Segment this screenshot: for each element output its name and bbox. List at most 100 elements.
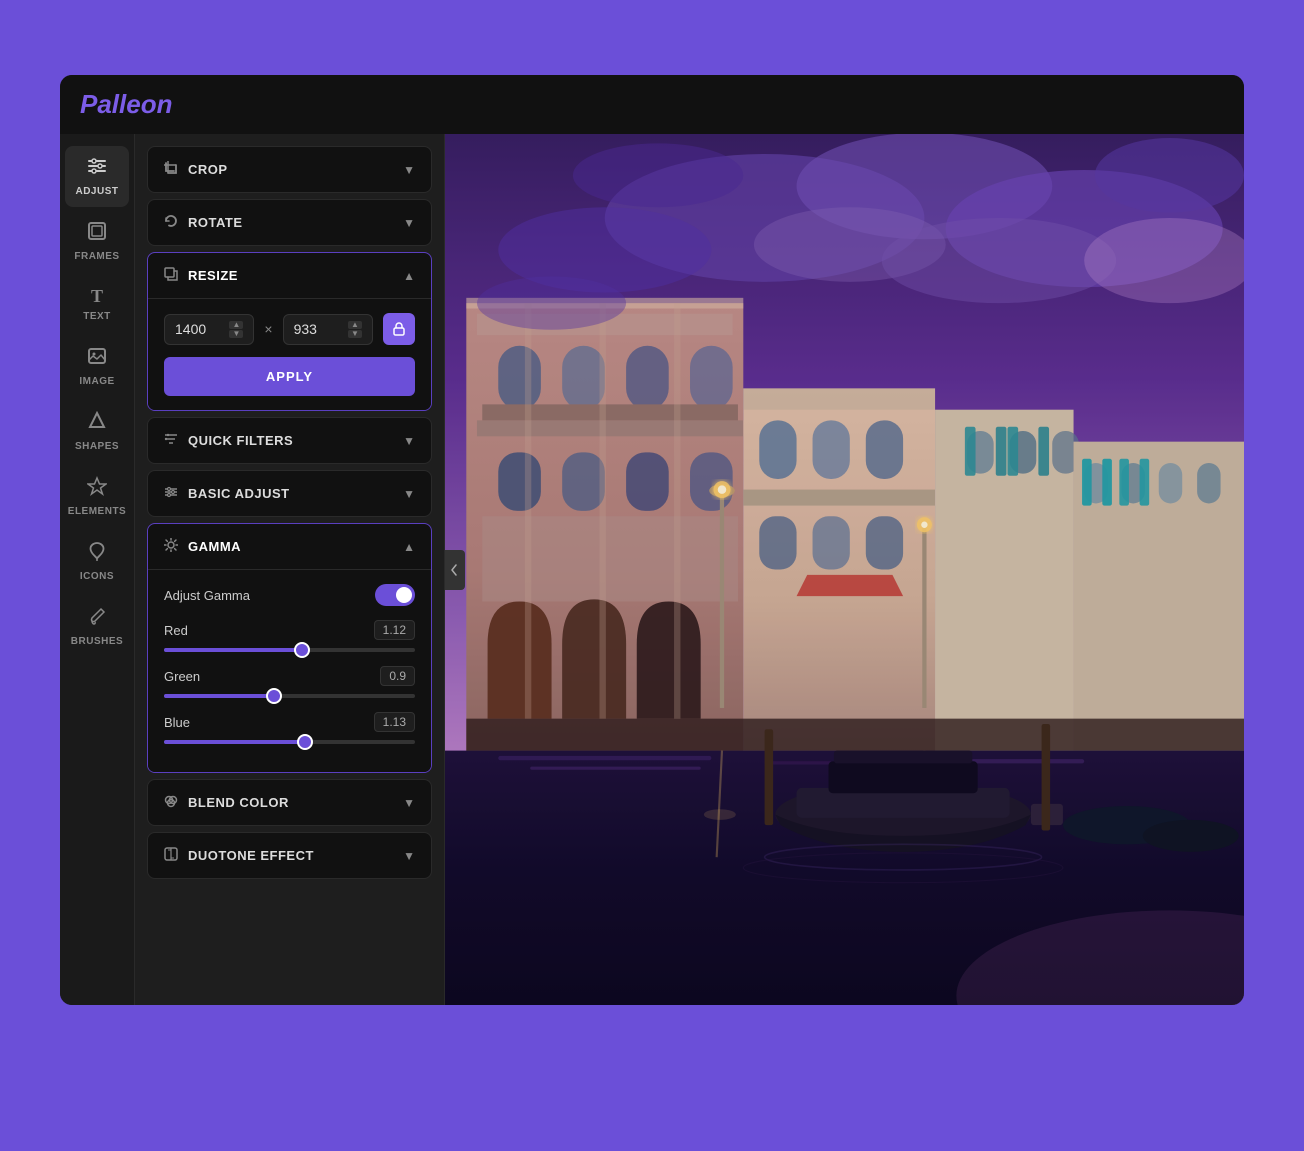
resize-height-input[interactable] [294,321,348,337]
blue-slider-thumb[interactable] [297,734,313,750]
frames-icon [87,221,107,247]
logo: Palleon [80,89,172,120]
duotone-label: DUOTONE EFFECT [188,848,314,863]
crop-accordion: CROP ▼ [147,146,432,193]
resize-width-input[interactable] [175,321,229,337]
panel-collapse-handle[interactable] [445,550,465,590]
sidebar-item-elements[interactable]: ELEMENTS [65,466,129,527]
rotate-chevron: ▼ [403,216,415,230]
red-slider-track[interactable] [164,648,415,652]
rotate-label: ROTATE [188,215,243,230]
quick-filters-chevron: ▼ [403,434,415,448]
resize-dimensions-row: ▲ ▼ × ▲ ▼ [164,313,415,345]
blend-color-accordion: BLEND COLOR ▼ [147,779,432,826]
resize-accordion: RESIZE ▲ ▲ ▼ × [147,252,432,411]
sidebar-item-frames-label: FRAMES [74,251,119,262]
sidebar-item-brushes[interactable]: BRUSHES [65,596,129,657]
resize-accordion-header[interactable]: RESIZE ▲ [148,253,431,298]
gamma-title: GAMMA [164,538,241,555]
sidebar-item-shapes[interactable]: SHAPES [65,401,129,462]
resize-body: ▲ ▼ × ▲ ▼ [148,298,431,410]
rotate-accordion-header[interactable]: ROTATE ▼ [148,200,431,245]
blend-color-title: BLEND COLOR [164,794,289,811]
image-icon [87,346,107,372]
green-slider-fill [164,694,274,698]
height-spinner-down[interactable]: ▼ [348,330,362,338]
sidebar-item-icons[interactable]: ICONS [65,531,129,592]
sidebar: ADJUST FRAMES T TEXT [60,134,135,1005]
resize-width-input-wrap: ▲ ▼ [164,314,254,345]
resize-label: RESIZE [188,268,238,283]
text-icon: T [91,286,103,307]
adjust-icon [87,156,107,182]
aspect-ratio-lock-button[interactable] [383,313,415,345]
duotone-header[interactable]: DUOTONE EFFECT ▼ [148,833,431,878]
blue-slider-value: 1.13 [374,712,415,732]
basic-adjust-chevron: ▼ [403,487,415,501]
rotate-title: ROTATE [164,214,243,231]
resize-icon [164,267,178,284]
blue-slider-row: Blue 1.13 [164,712,415,744]
sidebar-item-brushes-label: BRUSHES [71,636,123,647]
adjust-gamma-row: Adjust Gamma [164,584,415,606]
main-content: ADJUST FRAMES T TEXT [60,134,1244,1005]
width-spinner-up[interactable]: ▲ [229,321,243,329]
gamma-chevron: ▲ [403,540,415,554]
red-slider-thumb[interactable] [294,642,310,658]
adjust-gamma-toggle[interactable] [375,584,415,606]
width-spinner: ▲ ▼ [229,321,243,338]
blend-color-header[interactable]: BLEND COLOR ▼ [148,780,431,825]
basic-adjust-label: BASIC ADJUST [188,486,290,501]
sidebar-item-shapes-label: SHAPES [75,441,119,452]
crop-chevron: ▼ [403,163,415,177]
resize-title: RESIZE [164,267,238,284]
red-slider-row: Red 1.12 [164,620,415,652]
gamma-icon [164,538,178,555]
crop-label: CROP [188,162,228,177]
resize-apply-button[interactable]: APPLY [164,357,415,396]
width-spinner-down[interactable]: ▼ [229,330,243,338]
crop-accordion-header[interactable]: CROP ▼ [148,147,431,192]
red-slider-label: Red [164,623,188,638]
sidebar-item-image[interactable]: IMAGE [65,336,129,397]
quick-filters-icon [164,432,178,449]
blue-label-row: Blue 1.13 [164,712,415,732]
sidebar-item-text[interactable]: T TEXT [65,276,129,332]
rotate-icon [164,214,178,231]
rotate-accordion: ROTATE ▼ [147,199,432,246]
gamma-body: Adjust Gamma Red 1.12 [148,569,431,772]
sidebar-item-elements-label: ELEMENTS [68,506,126,517]
quick-filters-label: QUICK FILTERS [188,433,293,448]
gamma-accordion: GAMMA ▲ Adjust Gamma Red [147,523,432,773]
green-slider-track[interactable] [164,694,415,698]
blue-slider-label: Blue [164,715,190,730]
blue-slider-track[interactable] [164,740,415,744]
blend-color-label: BLEND COLOR [188,795,289,810]
basic-adjust-title: BASIC ADJUST [164,485,290,502]
sidebar-item-text-label: TEXT [83,311,111,322]
duotone-accordion: DUOTONE EFFECT ▼ [147,832,432,879]
canvas-image [445,134,1244,1005]
duotone-chevron: ▼ [403,849,415,863]
basic-adjust-header[interactable]: BASIC ADJUST ▼ [148,471,431,516]
gamma-label: GAMMA [188,539,241,554]
duotone-icon [164,847,178,864]
gamma-accordion-header[interactable]: GAMMA ▲ [148,524,431,569]
panel: CROP ▼ ROTATE [135,134,445,1005]
red-slider-fill [164,648,302,652]
green-slider-thumb[interactable] [266,688,282,704]
basic-adjust-accordion: BASIC ADJUST ▼ [147,470,432,517]
times-symbol: × [264,321,272,337]
crop-icon [164,161,178,178]
resize-height-input-wrap: ▲ ▼ [283,314,373,345]
basic-adjust-icon [164,485,178,502]
brushes-icon [87,606,107,632]
quick-filters-header[interactable]: QUICK FILTERS ▼ [148,418,431,463]
quick-filters-title: QUICK FILTERS [164,432,293,449]
sidebar-item-adjust[interactable]: ADJUST [65,146,129,207]
sidebar-item-frames[interactable]: FRAMES [65,211,129,272]
crop-title: CROP [164,161,228,178]
height-spinner-up[interactable]: ▲ [348,321,362,329]
green-slider-label: Green [164,669,200,684]
sidebar-item-icons-label: ICONS [80,571,114,582]
